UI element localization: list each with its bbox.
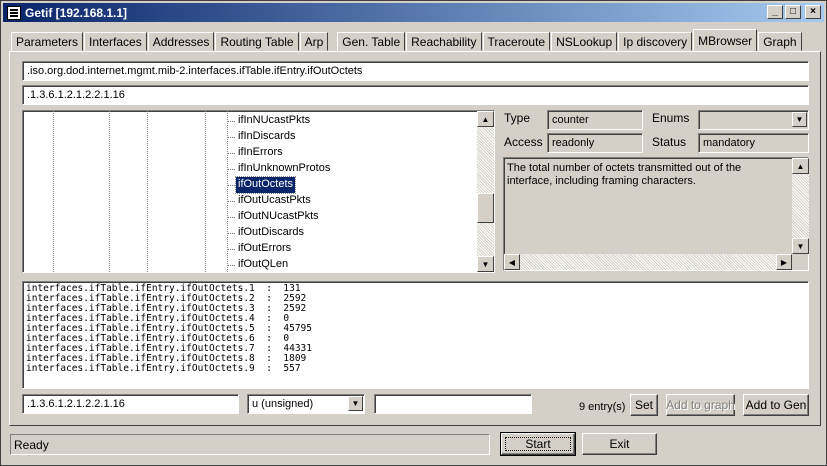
minimize-icon: _: [772, 6, 778, 17]
title-bar[interactable]: Getif [192.168.1.1] _ □ ×: [3, 3, 824, 22]
tree-scrollbar[interactable]: ▲ ▼: [477, 111, 494, 272]
set-value-input[interactable]: [374, 394, 532, 414]
tree-branch-line: [227, 201, 235, 202]
tab-reachability[interactable]: Reachability: [406, 32, 482, 51]
description-hscroll[interactable]: ◀ ▶: [504, 254, 792, 270]
status-label: Status: [652, 135, 687, 149]
arrow-left-icon: ◀: [508, 257, 516, 267]
tree-branch-line: [227, 137, 235, 138]
chevron-down-icon[interactable]: ▼: [348, 396, 363, 411]
tree-node[interactable]: ifOutQLen: [236, 257, 290, 272]
scroll-right-button[interactable]: ▶: [776, 254, 792, 270]
start-button[interactable]: Start: [500, 432, 576, 456]
tree-branch-line: [227, 121, 235, 122]
results-output[interactable]: interfaces.ifTable.ifEntry.ifOutOctets.1…: [22, 281, 809, 389]
type-field: counter: [547, 110, 643, 130]
tab-traceroute[interactable]: Traceroute: [482, 32, 551, 51]
arrow-down-icon: ▼: [796, 241, 805, 251]
chevron-down-icon[interactable]: ▼: [792, 112, 807, 127]
tree-node[interactable]: ifOutNUcastPkts: [236, 209, 321, 225]
tree-node[interactable]: ifOutErrors: [236, 241, 293, 257]
status-field: mandatory: [698, 133, 809, 153]
scroll-down-button[interactable]: ▼: [792, 238, 809, 254]
scroll-up-button[interactable]: ▲: [477, 111, 494, 127]
tree-guide-line: [205, 111, 206, 272]
tab-gen-table[interactable]: Gen. Table: [337, 32, 406, 51]
tab-arp[interactable]: Arp: [299, 32, 329, 51]
window-title: Getif [192.168.1.1]: [25, 5, 128, 20]
oid-name-field[interactable]: .iso.org.dod.internet.mgmt.mib-2.interfa…: [22, 61, 809, 81]
set-button[interactable]: Set: [630, 394, 658, 416]
add-to-gen-button[interactable]: Add to Gen: [743, 394, 809, 416]
start-label: Start: [525, 437, 551, 451]
tree-branch-line: [227, 265, 235, 266]
tree-node[interactable]: ifInErrors: [236, 145, 285, 161]
scroll-up-button[interactable]: ▲: [792, 158, 809, 174]
close-button[interactable]: ×: [805, 5, 821, 19]
tree-node[interactable]: ifInDiscards: [236, 129, 297, 145]
arrow-right-icon: ▶: [780, 257, 788, 267]
tree-guide-line: [53, 111, 54, 272]
exit-button[interactable]: Exit: [582, 433, 657, 455]
tab-routing-table[interactable]: Routing Table: [215, 32, 299, 51]
status-text: Ready: [14, 438, 49, 452]
app-window: Getif [192.168.1.1] _ □ × Parameters Inte…: [0, 0, 827, 466]
arrow-up-icon: ▲: [481, 114, 490, 124]
tab-nslookup[interactable]: NSLookup: [551, 32, 618, 51]
type-label: Type: [504, 111, 531, 125]
scroll-left-button[interactable]: ◀: [504, 254, 520, 270]
tree-branch-line: [227, 249, 235, 250]
tree-branch-line: [227, 169, 235, 170]
enums-label: Enums: [652, 111, 690, 125]
close-icon: ×: [810, 6, 816, 17]
minimize-button[interactable]: _: [767, 5, 783, 19]
tree-branch-line: [227, 153, 235, 154]
description-text: The total number of octets transmitted o…: [507, 162, 742, 187]
tree-branch-line: [227, 233, 235, 234]
tree-node[interactable]: ifInUnknownProtos: [236, 161, 332, 177]
access-field: readonly: [547, 133, 643, 153]
mib-tree[interactable]: ▲ ▼ ifInNUcastPkts ifInDiscards ifInErrors…: [22, 110, 495, 273]
tree-branch-line: [227, 185, 235, 186]
tree-node[interactable]: ifOutOctets: [234, 176, 297, 194]
scroll-down-button[interactable]: ▼: [477, 256, 494, 272]
maximize-button[interactable]: □: [785, 5, 801, 19]
tree-guide-line: [227, 111, 228, 272]
maximize-icon: □: [789, 6, 797, 17]
entry-count: 9 entry(s): [579, 401, 626, 413]
tree-guide-line: [109, 111, 110, 272]
arrow-down-icon: ▼: [481, 259, 490, 269]
tab-interfaces[interactable]: Interfaces: [84, 32, 147, 51]
oid-numeric-field[interactable]: .1.3.6.1.2.1.2.2.1.16: [22, 85, 809, 105]
status-bar: Ready: [10, 434, 490, 455]
tab-mbrowser[interactable]: MBrowser: [693, 29, 758, 51]
description-vscroll[interactable]: ▲ ▼: [792, 158, 809, 254]
enums-select[interactable]: ▼: [698, 110, 809, 130]
tree-guide-line: [147, 111, 148, 272]
description-box[interactable]: The total number of octets transmitted o…: [503, 157, 809, 271]
value-type-select[interactable]: u (unsigned) ▼: [247, 394, 365, 414]
tab-parameters[interactable]: Parameters: [11, 32, 84, 51]
tab-graph[interactable]: Graph: [758, 32, 802, 51]
tab-strip: Parameters Interfaces Addresses Routing Tab…: [11, 29, 803, 51]
tree-node[interactable]: ifOutDiscards: [236, 225, 306, 241]
tab-ip-discovery[interactable]: Ip discovery: [618, 32, 693, 51]
tree-node[interactable]: ifInNUcastPkts: [236, 113, 312, 129]
arrow-up-icon: ▲: [796, 161, 805, 171]
access-label: Access: [504, 135, 543, 149]
scroll-thumb[interactable]: [477, 193, 494, 223]
window-controls: _ □ ×: [767, 5, 821, 19]
value-type-selected: u (unsigned): [252, 398, 314, 410]
tree-node[interactable]: ifOutUcastPkts: [236, 193, 313, 209]
add-to-graph-button[interactable]: Add to graph: [666, 394, 735, 416]
window-app-icon[interactable]: [7, 5, 21, 20]
result-row: interfaces.ifTable.ifEntry.ifOutOctets.9…: [26, 363, 301, 374]
tree-branch-line: [227, 217, 235, 218]
set-oid-field[interactable]: .1.3.6.1.2.1.2.2.1.16: [22, 394, 239, 414]
tab-addresses[interactable]: Addresses: [147, 32, 215, 51]
exit-label: Exit: [609, 437, 630, 451]
